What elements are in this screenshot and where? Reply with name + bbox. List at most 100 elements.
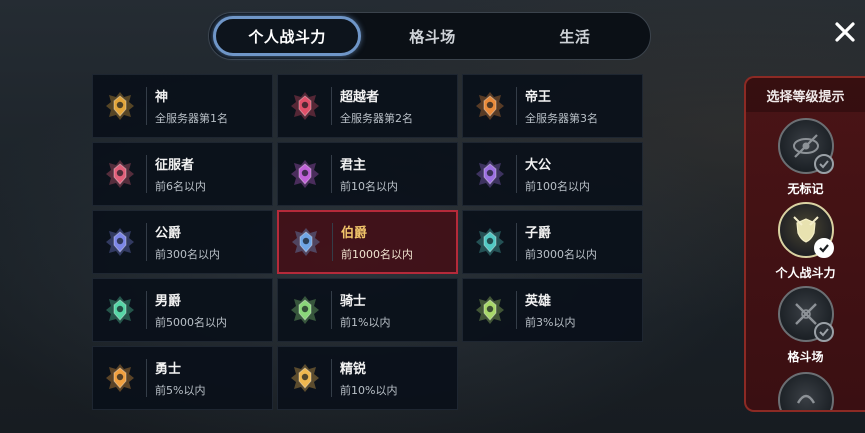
- elite-rank-icon: [287, 360, 323, 396]
- rank-name: 征服者: [155, 158, 195, 173]
- rank-description: 全服务器第1名: [155, 112, 228, 125]
- cell-divider: [516, 291, 517, 329]
- rank-description: 前1000名以内: [341, 248, 413, 261]
- hint-option-combat-power[interactable]: 个人战斗力: [746, 202, 865, 281]
- check-icon: [813, 238, 834, 258]
- rank-name: 子爵: [525, 226, 552, 241]
- rank-name: 神: [155, 90, 169, 105]
- check-icon: [813, 154, 834, 174]
- cell-divider: [146, 291, 147, 329]
- rank-description: 前3000名以内: [525, 248, 597, 261]
- rank-name: 伯爵: [341, 226, 368, 241]
- monarch-rank-icon: [287, 156, 323, 192]
- rank-text: 君主前10名以内: [340, 154, 398, 194]
- warrior-rank-icon: [102, 360, 138, 396]
- rank-cell[interactable]: 公爵前300名以内: [92, 210, 273, 274]
- hint-circle: [777, 118, 834, 174]
- cell-divider: [146, 223, 147, 261]
- cell-divider: [331, 359, 332, 397]
- rank-text: 子爵前3000名以内: [525, 222, 597, 262]
- hint-circle: [777, 286, 834, 342]
- rank-hint-panel: 选择等级提示 无标记 个人战斗力 格斗场: [744, 76, 865, 412]
- rank-name: 帝王: [525, 90, 552, 105]
- rank-name: 大公: [525, 158, 552, 173]
- rank-cell[interactable]: 子爵前3000名以内: [462, 210, 643, 274]
- cell-divider: [516, 155, 517, 193]
- rank-name: 精锐: [340, 362, 367, 377]
- rank-description: 全服务器第2名: [340, 112, 413, 125]
- rank-description: 前1%以内: [340, 316, 391, 329]
- baron-rank-icon: [102, 292, 138, 328]
- rank-cell[interactable]: 征服者前6名以内: [92, 142, 273, 206]
- check-icon: [813, 322, 834, 342]
- rank-description: 前3%以内: [525, 316, 576, 329]
- close-button[interactable]: [831, 18, 859, 46]
- rank-name: 英雄: [525, 294, 552, 309]
- cell-divider: [516, 87, 517, 125]
- rank-name: 君主: [340, 158, 367, 173]
- rank-text: 骑士前1%以内: [340, 290, 390, 330]
- rank-cell[interactable]: 精锐前10%以内: [277, 346, 458, 410]
- cell-divider: [331, 291, 332, 329]
- top-tab-bar: 个人战斗力 格斗场 生活: [208, 12, 651, 60]
- rank-text: 公爵前300名以内: [155, 222, 220, 262]
- rank-text: 征服者前6名以内: [155, 154, 206, 194]
- hint-circle: [777, 202, 834, 258]
- cell-divider: [146, 87, 147, 125]
- duke-rank-icon: [102, 224, 138, 260]
- rank-description: 全服务器第3名: [525, 112, 598, 125]
- rank-cell[interactable]: 伯爵前1000名以内: [277, 210, 458, 274]
- rank-text: 帝王全服务器第3名: [525, 86, 598, 126]
- rank-grid: 神全服务器第1名 超越者全服务器第2名 帝王全服务器第3名征服者前6名以内 君主前10…: [92, 74, 645, 412]
- rank-description: 前10%以内: [340, 384, 398, 397]
- hint-circle: [777, 372, 834, 410]
- rank-cell[interactable]: 君主前10名以内: [277, 142, 458, 206]
- tab-life[interactable]: 生活: [504, 16, 646, 56]
- cell-divider: [332, 223, 333, 261]
- cell-divider: [146, 155, 147, 193]
- rank-cell[interactable]: 帝王全服务器第3名: [462, 74, 643, 138]
- rank-cell[interactable]: 勇士 前5%以内: [92, 346, 273, 410]
- cell-divider: [331, 155, 332, 193]
- hint-option-no-mark[interactable]: 无标记: [746, 118, 865, 197]
- archduke-rank-icon: [472, 156, 508, 192]
- transcender-rank-icon: [287, 88, 323, 124]
- rank-name: 骑士: [340, 294, 367, 309]
- rank-description: 前6名以内: [155, 180, 206, 193]
- rank-description: 前300名以内: [155, 248, 220, 261]
- rank-description: 前100名以内: [525, 180, 590, 193]
- cell-divider: [331, 87, 332, 125]
- viscount-rank-icon: [472, 224, 508, 260]
- rank-name: 公爵: [155, 226, 182, 241]
- rank-hint-title: 选择等级提示: [746, 78, 865, 112]
- hint-option-more[interactable]: [746, 372, 865, 410]
- rank-text: 伯爵前1000名以内: [341, 222, 413, 262]
- emperor-rank-icon: [472, 88, 508, 124]
- rank-text: 精锐前10%以内: [340, 358, 397, 398]
- cell-divider: [146, 359, 147, 397]
- hero-rank-icon: [472, 292, 508, 328]
- rank-cell[interactable]: 骑士前1%以内: [277, 278, 458, 342]
- rank-cell[interactable]: 大公前100名以内: [462, 142, 643, 206]
- rank-name: 超越者: [340, 90, 380, 105]
- rank-cell[interactable]: 英雄前3%以内: [462, 278, 643, 342]
- rank-description: 前10名以内: [340, 180, 398, 193]
- hint-option-arena[interactable]: 格斗场: [746, 286, 865, 365]
- rank-text: 超越者全服务器第2名: [340, 86, 413, 126]
- rank-text: 神全服务器第1名: [155, 86, 228, 126]
- rank-description: 前5%以内: [155, 384, 206, 397]
- knight-rank-icon: [287, 292, 323, 328]
- rank-cell[interactable]: 神全服务器第1名: [92, 74, 273, 138]
- rank-text: 勇士 前5%以内: [155, 358, 205, 398]
- hint-option-label: 个人战斗力: [775, 266, 836, 280]
- close-icon: [835, 22, 855, 42]
- god-rank-icon: [102, 88, 138, 124]
- rank-text: 男爵 前5000名以内: [155, 290, 227, 330]
- conqueror-rank-icon: [102, 156, 138, 192]
- rank-cell[interactable]: 男爵 前5000名以内: [92, 278, 273, 342]
- cell-divider: [516, 223, 517, 261]
- tab-arena[interactable]: 格斗场: [361, 16, 503, 56]
- tab-combat-power[interactable]: 个人战斗力: [213, 16, 362, 56]
- rank-text: 英雄前3%以内: [525, 290, 575, 330]
- rank-cell[interactable]: 超越者全服务器第2名: [277, 74, 458, 138]
